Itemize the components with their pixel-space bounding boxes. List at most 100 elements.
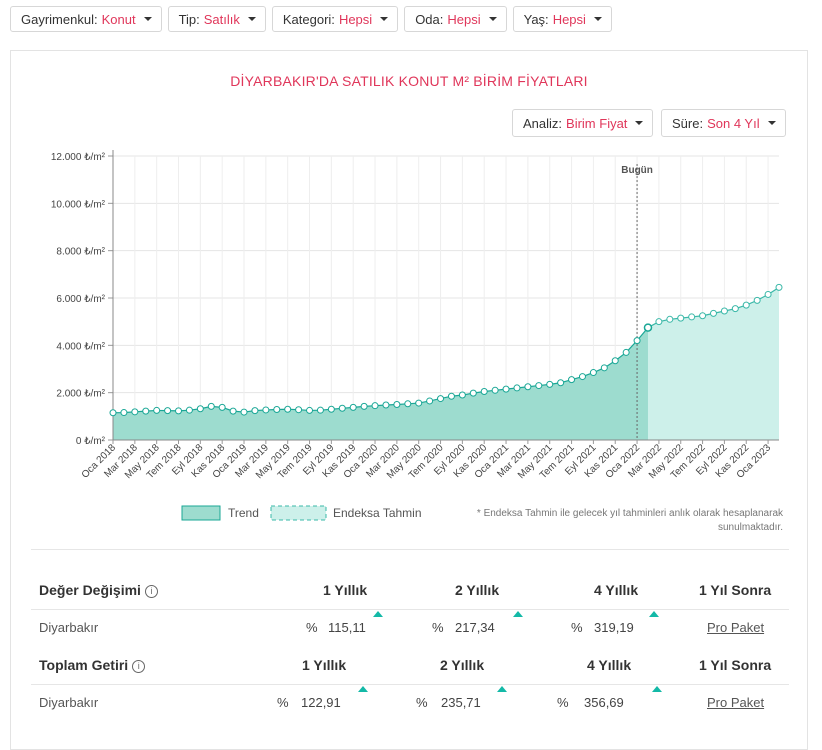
filter-label: Gayrimenkul: (21, 11, 98, 27)
trend-point (600, 364, 608, 372)
trend-point (447, 392, 455, 400)
trend-point (327, 405, 335, 413)
trend-point (491, 386, 499, 394)
filter-oda[interactable]: Oda: Hepsi (404, 6, 507, 32)
forecast-point (720, 307, 728, 315)
pct-sign: % (571, 620, 583, 635)
trend-point (513, 384, 521, 392)
y-tick-label: 12.000 ₺/m² (51, 152, 106, 163)
y-tick-label: 4.000 ₺/m² (56, 341, 105, 352)
getiri-title-text: Toplam Getiri (39, 657, 129, 673)
col-1-yil-sonra: 1 Yıl Sonra (699, 657, 772, 673)
caret-down-icon (380, 17, 389, 21)
trend-point (382, 401, 390, 409)
row-label: Diyarbakır (39, 620, 99, 635)
value-1-yillik: 122,91 (301, 695, 341, 710)
trend-point (469, 389, 477, 397)
legend-forecast-label: Endeksa Tahmin (333, 506, 422, 520)
trend-point (633, 337, 641, 345)
info-icon[interactable]: i (144, 585, 158, 598)
caret-down-icon (247, 17, 256, 21)
trend-point (273, 405, 281, 413)
trend-point (502, 385, 510, 393)
trend-point (229, 407, 237, 415)
trend-point (142, 407, 150, 415)
forecast-point (699, 312, 707, 320)
trend-point (251, 407, 259, 415)
forecast-point (731, 305, 739, 313)
trend-point (316, 406, 324, 414)
trend-point (185, 406, 193, 414)
pro-paket-link[interactable]: Pro Paket (707, 686, 764, 720)
up-arrow-icon (358, 686, 368, 692)
trend-point (611, 357, 619, 365)
col-1-yil-sonra: 1 Yıl Sonra (699, 582, 772, 598)
deger-title: Değer Değişimi i (39, 573, 158, 607)
forecast-point (655, 318, 663, 326)
up-arrow-icon (497, 686, 507, 692)
trend-point (578, 373, 586, 381)
up-arrow-icon (513, 611, 523, 617)
chart-panel: DİYARBAKIR'DA SATILIK KONUT M² BİRİM FİY… (10, 50, 808, 750)
filter-kategori[interactable]: Kategori: Hepsi (271, 6, 399, 32)
trend-point (306, 406, 314, 414)
pct-sign: % (557, 695, 569, 710)
filter-tip[interactable]: Tip: Satılık (167, 6, 266, 32)
trend-point (458, 391, 466, 399)
trend-point (622, 348, 630, 356)
divider (31, 684, 789, 685)
pro-paket-link[interactable]: Pro Paket (707, 611, 764, 645)
trend-point (131, 408, 139, 416)
up-arrow-icon (652, 686, 662, 692)
value-2-yillik: 217,34 (455, 620, 495, 635)
filter-yas[interactable]: Yaş: Hepsi (512, 6, 612, 32)
getiri-header-row: Toplam Getiri i 1 Yıllık 2 Yıllık 4 Yıllı… (31, 648, 789, 682)
y-tick-label: 10.000 ₺/m² (51, 199, 106, 210)
trend-point (589, 369, 597, 377)
info-icon[interactable]: i (132, 660, 146, 673)
trend-point (535, 382, 543, 390)
getiri-title: Toplam Getiri i (39, 648, 146, 682)
y-tick-label: 8.000 ₺/m² (56, 247, 105, 258)
col-4-yillik: 4 Yıllık (594, 582, 639, 598)
current-point (643, 323, 653, 332)
col-1-yillik: 1 Yıllık (302, 657, 347, 673)
forecast-point (688, 313, 696, 321)
trend-point (262, 406, 270, 414)
trend-point (196, 405, 204, 413)
price-chart: 12.000 ₺/m² 10.000 ₺/m² 8.000 ₺/m² 6.000 ₺/… (51, 150, 783, 521)
trend-point (524, 383, 532, 391)
trend-point (568, 376, 576, 384)
filter-value: Satılık (203, 11, 240, 27)
filter-value: Hepsi (447, 11, 481, 27)
pct-sign: % (306, 620, 318, 635)
forecast-point (709, 309, 717, 317)
filter-gayrimenkul[interactable]: Gayrimenkul: Konut (10, 6, 162, 32)
col-4-yillik: 4 Yıllık (587, 657, 632, 673)
col-2-yillik: 2 Yıllık (440, 657, 485, 673)
trend-point (295, 406, 303, 414)
forecast-note: * Endeksa Tahmin ile gelecek yıl tahminl… (476, 508, 783, 533)
y-tick-label: 2.000 ₺/m² (56, 389, 105, 400)
deger-data-row: Diyarbakır % 115,11 % 217,34 % 319,19 Pr… (31, 611, 789, 645)
trend-point (415, 399, 423, 407)
today-label: Bugün (621, 165, 653, 176)
pct-sign: % (277, 695, 289, 710)
caret-down-icon (593, 17, 602, 21)
trend-point (109, 409, 117, 417)
trend-point (371, 402, 379, 410)
col-1-yillik: 1 Yıllık (323, 582, 368, 598)
filter-value: Konut (101, 11, 136, 27)
trend-point (207, 402, 215, 410)
value-1-yillik: 115,11 (328, 620, 366, 635)
y-tick-label: 6.000 ₺/m² (56, 294, 105, 305)
trend-point (164, 407, 172, 415)
trend-point (240, 408, 248, 416)
value-4-yillik: 356,69 (584, 695, 624, 710)
legend-forecast-swatch (270, 505, 327, 521)
forecast-point (742, 301, 750, 309)
col-2-yillik: 2 Yıllık (455, 582, 500, 598)
legend-trend-label: Trend (228, 506, 259, 520)
forecast-point (753, 296, 761, 304)
y-tick-label: 0 ₺/m² (76, 436, 106, 447)
